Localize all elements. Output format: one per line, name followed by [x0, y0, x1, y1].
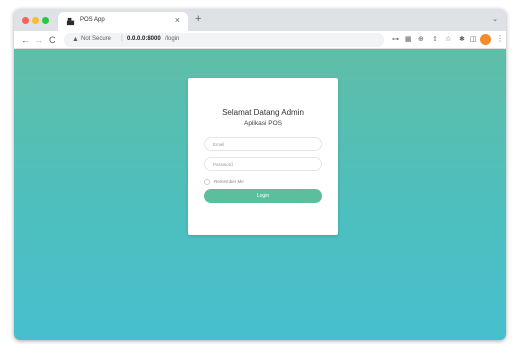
login-card: Selamat Datang Admin Aplikasi POS Rememb…: [188, 78, 338, 235]
not-secure-warning-icon[interactable]: ▲: [72, 35, 79, 45]
forward-arrow-icon[interactable]: →: [34, 33, 43, 47]
translate-icon[interactable]: ▦: [405, 35, 412, 45]
minimize-window-button[interactable]: [32, 17, 39, 24]
remember-me-label: Remember Me: [214, 179, 244, 184]
extensions-icon[interactable]: ✱: [459, 35, 465, 45]
remember-me-checkbox[interactable]: [204, 179, 210, 185]
pos-favicon-icon: [66, 17, 75, 26]
close-window-button[interactable]: [22, 17, 29, 24]
login-button[interactable]: Login: [204, 189, 322, 203]
tab-pos-app[interactable]: POS App ×: [58, 12, 188, 31]
password-input[interactable]: [204, 157, 322, 171]
new-tab-button[interactable]: +: [195, 12, 201, 26]
zoom-icon[interactable]: ⊕: [418, 35, 424, 45]
key-icon[interactable]: ⊶: [392, 35, 399, 45]
share-icon[interactable]: ⇧: [432, 35, 438, 45]
sidebar-icon[interactable]: ◫: [470, 35, 477, 45]
security-label: Not Secure: [81, 36, 112, 42]
app-subtitle: Aplikasi POS: [244, 120, 282, 127]
tab-search-chevron-icon[interactable]: ⌄: [492, 15, 498, 23]
url-separator: |: [121, 35, 123, 42]
welcome-title: Selamat Datang Admin: [222, 108, 304, 117]
reload-icon[interactable]: C: [49, 33, 56, 47]
browser-toolbar: ← → C ▲ Not Secure | 0.0.0.0:8000 /login…: [14, 31, 506, 49]
back-arrow-icon[interactable]: ←: [21, 33, 30, 47]
page-viewport: Selamat Datang Admin Aplikasi POS Rememb…: [14, 49, 506, 340]
tab-title: POS App: [80, 17, 105, 23]
star-icon[interactable]: ☆: [445, 35, 451, 45]
url-path: /login: [165, 36, 180, 42]
maximize-window-button[interactable]: [42, 17, 49, 24]
address-bar[interactable]: ▲ Not Secure | 0.0.0.0:8000 /login: [64, 33, 384, 47]
tab-bar: POS App × + ⌄: [14, 9, 506, 31]
tab-close-icon[interactable]: ×: [175, 15, 180, 25]
url-host: 0.0.0.0:8000: [127, 36, 161, 42]
kebab-menu-icon[interactable]: ⋮: [496, 34, 504, 44]
browser-window: POS App × + ⌄ ← → C ▲ Not Secure | 0.0.0…: [14, 9, 506, 340]
profile-avatar[interactable]: [480, 34, 491, 45]
email-input[interactable]: [204, 137, 322, 151]
